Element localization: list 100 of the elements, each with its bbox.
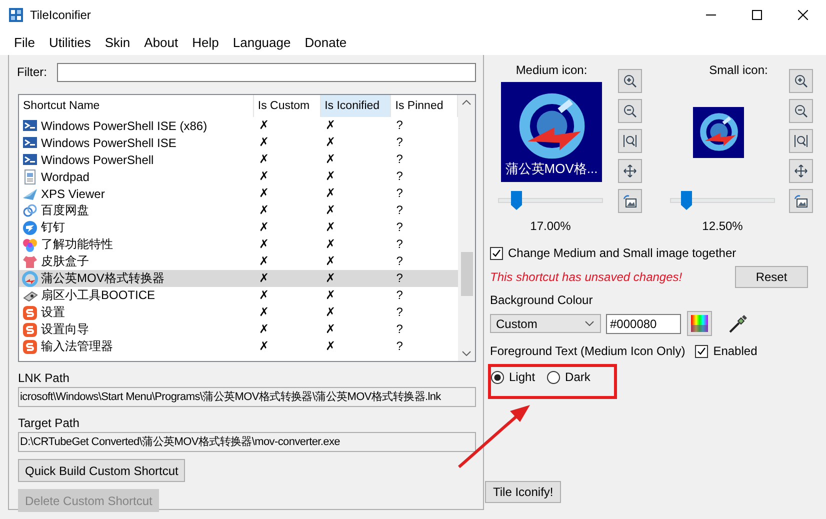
table-row[interactable]: 设置向导 ✗ ✗ ? (19, 321, 458, 338)
lnk-path-field[interactable]: icrosoft\Windows\Start Menu\Programs\蒲公英MOV格式转换器\蒲公英MOV格式转换器.lnk (18, 387, 476, 407)
table-cell-text: ? (395, 236, 404, 253)
shortcut-name: 设置向导 (41, 321, 89, 338)
radio-button[interactable] (491, 370, 504, 384)
table-row[interactable]: Wordpad ✗ ✗ ? (19, 168, 458, 185)
check-icon (696, 346, 708, 356)
column-header[interactable]: Is Iconified (320, 95, 392, 117)
shortcut-name: Wordpad (41, 170, 90, 184)
column-header[interactable]: Shortcut Name (19, 95, 254, 117)
table-cell-text: ? (395, 185, 404, 202)
document-icon (22, 168, 38, 184)
cloud-icon (22, 202, 38, 218)
radio-button[interactable] (547, 370, 560, 384)
tool-button[interactable] (789, 69, 813, 93)
table-cell-text: ✗ (324, 134, 337, 151)
filter-field[interactable] (57, 62, 476, 82)
table-cell-text: ? (395, 338, 404, 355)
checkbox-label: Change Medium and Small image together (508, 246, 736, 260)
colour-dropdown[interactable]: Custom (490, 314, 601, 333)
menu-item[interactable]: Utilities (42, 35, 98, 50)
zoom-reading: 17.00% (529, 219, 572, 233)
background-label: Background Colour (490, 293, 594, 307)
slider[interactable] (498, 191, 603, 210)
table-cell-text: ? (395, 287, 404, 304)
menu-item[interactable]: Skin (98, 35, 138, 50)
tile-iconify-button[interactable]: Tile Iconify! (485, 481, 562, 503)
radio-label: Light (509, 370, 536, 384)
target-path-field[interactable]: D:\CRTubeGet Converted\蒲公英MOV格式转换器\mov-converter.exe (18, 432, 476, 452)
maximize-icon[interactable] (752, 10, 762, 20)
s-logo-icon (22, 338, 38, 354)
table-cell-text: ✗ (324, 168, 337, 185)
table-row[interactable]: 皮肤盒子 ✗ ✗ ? (19, 253, 458, 270)
tool-button[interactable] (618, 159, 642, 183)
quick-build-button[interactable]: Quick Build Custom Shortcut (18, 459, 186, 482)
table-cell-text: ✗ (324, 253, 337, 270)
table-cell-text: ✗ (324, 287, 337, 304)
scrollbar[interactable] (458, 95, 475, 361)
table-cell-text: ✗ (258, 134, 270, 151)
tool-button[interactable] (618, 189, 642, 213)
table-cell-text: ✗ (258, 321, 270, 338)
table-row[interactable]: XPS Viewer ✗ ✗ ? (19, 185, 458, 202)
menu-item[interactable]: Language (226, 35, 298, 50)
menu-item[interactable]: About (137, 35, 186, 50)
tool-button[interactable] (789, 189, 813, 213)
checkbox[interactable] (490, 246, 503, 260)
hex-colour-field[interactable]: #000080 (606, 314, 681, 334)
terminal-icon (22, 152, 38, 168)
table-cell-text: ✗ (258, 287, 270, 304)
tool-button[interactable] (618, 69, 642, 93)
tool-button[interactable] (618, 99, 642, 123)
table-row[interactable]: 了解功能特性 ✗ ✗ ? (19, 236, 458, 253)
table-cell-text: ✗ (258, 236, 270, 253)
move-icon (623, 164, 637, 178)
table-cell-text: ? (395, 219, 404, 236)
tool-button[interactable] (789, 129, 813, 153)
tool-button[interactable] (789, 99, 813, 123)
radio-label: Dark (565, 370, 590, 384)
table-cell-text: ✗ (324, 185, 337, 202)
eyedropper-icon[interactable] (728, 314, 748, 334)
window-title: TileIconifier (30, 8, 91, 22)
table-row[interactable]: 设置 ✗ ✗ ? (19, 304, 458, 321)
colour-picker-button[interactable] (687, 311, 712, 336)
petals-icon (22, 236, 38, 252)
table-row[interactable]: 蒲公英MOV格式转换器 ✗ ✗ ? (19, 270, 458, 287)
slider-thumb[interactable] (680, 191, 692, 210)
spectrum-icon (691, 315, 708, 332)
menu-item[interactable]: File (7, 35, 42, 50)
tool-button[interactable] (789, 159, 813, 183)
foreground-label: Foreground Text (Medium Icon Only) (490, 344, 686, 358)
checkbox[interactable] (695, 344, 708, 358)
shortcut-name: Windows PowerShell (41, 152, 154, 166)
table-row[interactable]: Windows PowerShell ISE ✗ ✗ ? (19, 134, 458, 151)
scrollbar-thumb[interactable] (460, 252, 472, 296)
tool-button[interactable] (618, 129, 642, 153)
shortcut-name: 输入法管理器 (41, 338, 113, 355)
table-cell-text: ✗ (258, 270, 270, 287)
table-row[interactable]: 扇区小工具BOOTICE ✗ ✗ ? (19, 287, 458, 304)
s-logo-icon (22, 304, 38, 320)
menu-item[interactable]: Help (185, 35, 226, 50)
table-cell-text: ✗ (258, 185, 270, 202)
table-cell-text: ✗ (324, 151, 337, 168)
zoom-out-icon (623, 104, 637, 118)
shortcut-name: 皮肤盒子 (41, 253, 89, 270)
table-row[interactable]: 百度网盘 ✗ ✗ ? (19, 202, 458, 219)
shortcut-name: 扇区小工具BOOTICE (41, 287, 156, 304)
shortcut-name: 设置 (41, 304, 65, 321)
table-row[interactable]: 输入法管理器 ✗ ✗ ? (19, 338, 458, 355)
close-icon[interactable] (798, 10, 808, 20)
slider-thumb[interactable] (510, 191, 522, 210)
slider[interactable] (670, 191, 775, 210)
zoom-out-icon (794, 104, 808, 118)
table-row[interactable]: Windows PowerShell ISE (x86) ✗ ✗ ? (19, 117, 458, 134)
shortcut-name: 蒲公英MOV格式转换器 (41, 270, 164, 287)
menu-item[interactable]: Donate (298, 35, 354, 50)
table-row[interactable]: 钉钉 ✗ ✗ ? (19, 219, 458, 236)
reset-button[interactable]: Reset (735, 266, 808, 288)
shortcut-name: 了解功能特性 (41, 236, 113, 253)
zoom-reading: 12.50% (701, 219, 744, 233)
table-row[interactable]: Windows PowerShell ✗ ✗ ? (19, 151, 458, 168)
